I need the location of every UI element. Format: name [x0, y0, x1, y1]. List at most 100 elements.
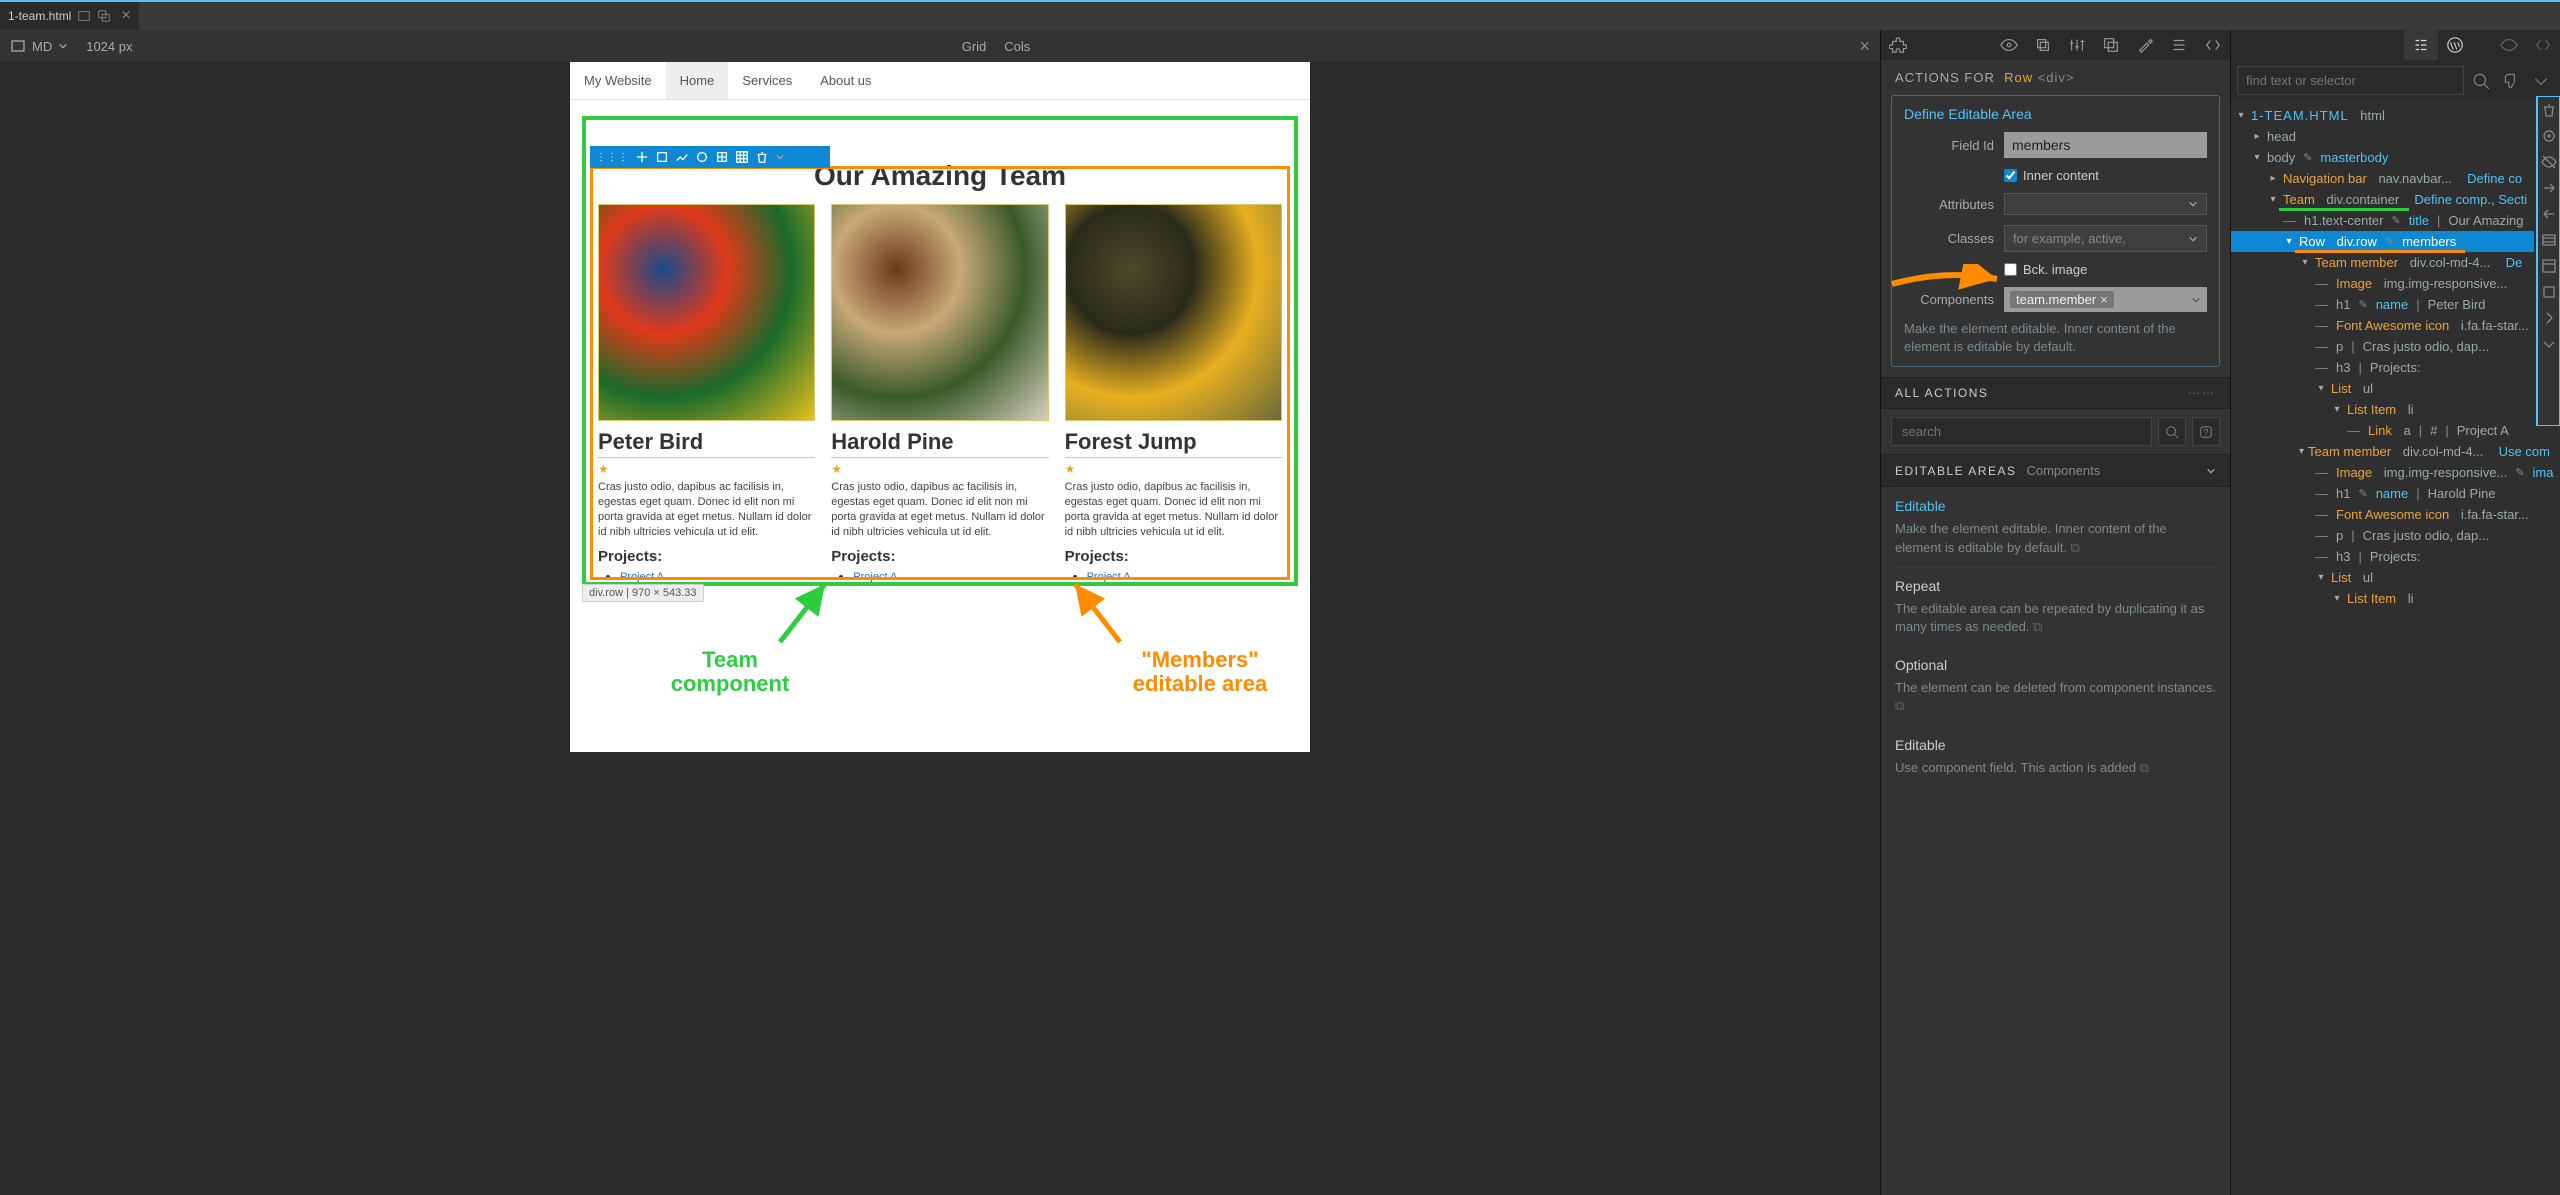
- tree-node[interactable]: ▾List Item li: [2231, 399, 2534, 420]
- target-icon[interactable]: [2538, 123, 2559, 149]
- tool-icon[interactable]: [735, 150, 749, 164]
- chevron-down-icon[interactable]: [2538, 331, 2559, 357]
- project-link[interactable]: Project A: [1087, 571, 1131, 583]
- project-link[interactable]: Project A: [620, 571, 664, 583]
- chevron-right-icon[interactable]: [2538, 305, 2559, 331]
- editable-area-item[interactable]: EditableUse component field. This action…: [1895, 726, 2216, 787]
- site-navbar: My Website Home Services About us: [570, 62, 1310, 100]
- selection-toolbar[interactable]: ⋮⋮⋮: [590, 146, 830, 168]
- cols-toggle[interactable]: Cols: [1004, 39, 1030, 54]
- tree-node[interactable]: ▾List ul: [2231, 567, 2534, 588]
- remove-tag-icon[interactable]: ×: [2100, 292, 2108, 307]
- component-tag[interactable]: team.member×: [2010, 291, 2114, 308]
- collapse-icon[interactable]: [2528, 66, 2554, 95]
- brush-icon[interactable]: [2128, 30, 2162, 60]
- file-tab[interactable]: 1-team.html ×: [0, 2, 139, 30]
- nav-link[interactable]: Home: [666, 62, 729, 99]
- wordpress-icon[interactable]: [2438, 30, 2472, 60]
- tree-node[interactable]: ▸Navigation bar nav.navbar... Define co: [2231, 168, 2534, 189]
- tree-node[interactable]: ▾1-TEAM.HTML html: [2231, 105, 2534, 126]
- editable-area-item[interactable]: EditableMake the element editable. Inner…: [1895, 487, 2216, 566]
- list-icon[interactable]: [2162, 30, 2196, 60]
- search-icon[interactable]: [2158, 417, 2186, 446]
- tool-icon[interactable]: [635, 150, 649, 164]
- tool-icon[interactable]: [675, 150, 689, 164]
- all-actions-header[interactable]: ALL ACTIONS ⋯⋯: [1881, 377, 2230, 409]
- tree-node[interactable]: —h3|Projects:: [2231, 357, 2534, 378]
- tree-search-input[interactable]: [2237, 66, 2464, 95]
- code-icon[interactable]: [2526, 30, 2560, 60]
- nav-link[interactable]: About us: [806, 62, 885, 99]
- inner-content-checkbox[interactable]: [2004, 169, 2017, 182]
- bck-image-checkbox[interactable]: [2004, 263, 2017, 276]
- tree-node[interactable]: ▾Team member div.col-md-4... De: [2231, 252, 2534, 273]
- tree-node[interactable]: —Font Awesome icon i.fa.fa-star...: [2231, 504, 2534, 525]
- trash-icon[interactable]: [755, 150, 769, 164]
- actions-search-input[interactable]: [1891, 417, 2152, 446]
- stack-icon[interactable]: [2094, 30, 2128, 60]
- puzzle-icon[interactable]: [1881, 30, 1915, 60]
- copy-icon[interactable]: [2026, 30, 2060, 60]
- tree-node[interactable]: —Link a|#|Project A: [2231, 420, 2534, 441]
- nav-link[interactable]: Services: [728, 62, 806, 99]
- tree-icon[interactable]: [2404, 30, 2438, 60]
- components-select[interactable]: team.member×: [2004, 287, 2207, 312]
- grid-toggle[interactable]: Grid: [962, 39, 987, 54]
- attributes-select[interactable]: [2004, 193, 2207, 215]
- member-desc: Cras justo odio, dapibus ac facilisis in…: [1065, 480, 1282, 539]
- tree-node[interactable]: —Image img.img-responsive...: [2231, 273, 2534, 294]
- members-row[interactable]: Peter Bird ★ Cras justo odio, dapibus ac…: [570, 204, 1310, 595]
- tool-icon[interactable]: [715, 150, 729, 164]
- box-icon[interactable]: [2538, 279, 2559, 305]
- tree-node[interactable]: —h1✎name|Harold Pine: [2231, 483, 2534, 504]
- tree-node[interactable]: —Image img.img-responsive...✎ima: [2231, 462, 2534, 483]
- tree-node-selected[interactable]: ▾Row div.row✎members: [2231, 231, 2534, 252]
- team-member-card[interactable]: Peter Bird ★ Cras justo odio, dapibus ac…: [590, 204, 823, 595]
- define-editable-area-link[interactable]: Define Editable Area: [1904, 106, 2032, 122]
- arrow-right-icon[interactable]: [2538, 175, 2559, 201]
- tool-icon[interactable]: [655, 150, 669, 164]
- project-link[interactable]: Project A: [853, 571, 897, 583]
- drag-handle-icon[interactable]: ⋮⋮⋮: [596, 152, 629, 163]
- editable-area-item[interactable]: OptionalThe element can be deleted from …: [1895, 646, 2216, 725]
- classes-select[interactable]: for example, active,: [2004, 225, 2207, 252]
- tree-node[interactable]: —h1✎name|Peter Bird: [2231, 294, 2534, 315]
- tree-node[interactable]: ▾Team member div.col-md-4... Use com: [2231, 441, 2534, 462]
- breakpoint-select[interactable]: MD: [10, 38, 68, 54]
- close-icon[interactable]: ×: [121, 7, 130, 25]
- editable-area-item[interactable]: RepeatThe editable area can be repeated …: [1895, 567, 2216, 646]
- page-preview[interactable]: My Website Home Services About us ⋮⋮⋮: [570, 62, 1310, 752]
- thumbs-down-icon[interactable]: [2498, 66, 2524, 95]
- tree-node[interactable]: —p|Cras justo odio, dap...: [2231, 336, 2534, 357]
- tree-node[interactable]: —p|Cras justo odio, dap...: [2231, 525, 2534, 546]
- site-brand[interactable]: My Website: [570, 73, 666, 88]
- layout-icon[interactable]: [2538, 253, 2559, 279]
- eye-icon[interactable]: [2492, 30, 2526, 60]
- code-icon[interactable]: [2196, 30, 2230, 60]
- eye-off-icon[interactable]: [2538, 149, 2559, 175]
- chevron-down-icon[interactable]: [775, 152, 785, 162]
- tree-node[interactable]: ▸head: [2231, 126, 2534, 147]
- team-member-card[interactable]: Harold Pine ★ Cras justo odio, dapibus a…: [823, 204, 1056, 595]
- tree-node[interactable]: —h3|Projects:: [2231, 546, 2534, 567]
- tree-node[interactable]: ▾Team div.container Define comp., Secti: [2231, 189, 2534, 210]
- film-icon[interactable]: [2538, 227, 2559, 253]
- dom-tree[interactable]: ▾1-TEAM.HTML html ▸head ▾body✎masterbody…: [2231, 101, 2560, 1195]
- close-icon[interactable]: ×: [1860, 36, 1871, 57]
- tree-node[interactable]: —h1.text-center✎title|Our Amazing: [2231, 210, 2534, 231]
- help-icon[interactable]: ?: [2192, 417, 2220, 446]
- search-icon[interactable]: [2468, 66, 2494, 95]
- field-id-input[interactable]: [2004, 132, 2207, 158]
- eye-icon[interactable]: [1992, 30, 2026, 60]
- tree-node[interactable]: —Font Awesome icon i.fa.fa-star...: [2231, 315, 2534, 336]
- tree-node[interactable]: ▾body✎masterbody: [2231, 147, 2534, 168]
- tree-node[interactable]: ▾List ul: [2231, 378, 2534, 399]
- tree-node[interactable]: ▾List Item li: [2231, 588, 2534, 609]
- sliders-icon[interactable]: [2060, 30, 2094, 60]
- tool-icon[interactable]: [695, 150, 709, 164]
- drag-handle-icon[interactable]: ⋯⋯: [2188, 386, 2216, 400]
- team-member-card[interactable]: Forest Jump ★ Cras justo odio, dapibus a…: [1057, 204, 1290, 595]
- editable-areas-header[interactable]: EDITABLE AREAS Components: [1881, 454, 2230, 487]
- trash-icon[interactable]: [2538, 97, 2559, 123]
- arrow-left-icon[interactable]: [2538, 201, 2559, 227]
